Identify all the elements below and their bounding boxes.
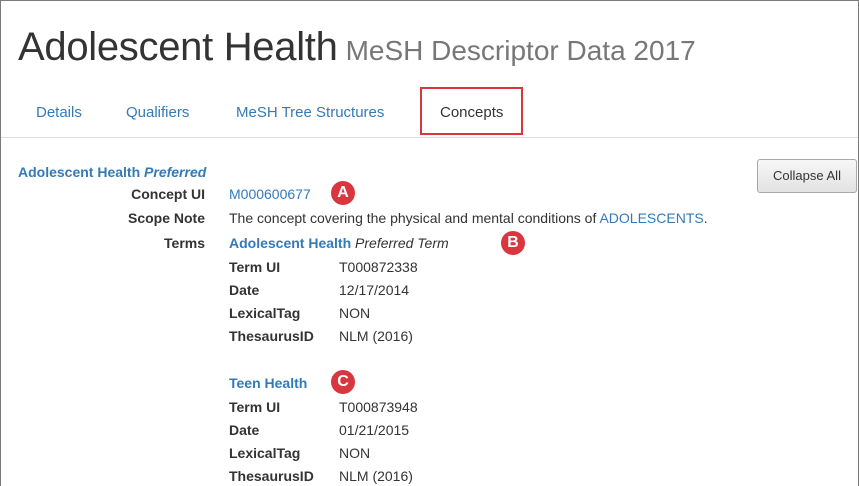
descriptor-title: Adolescent Health — [18, 25, 338, 69]
field-label: ThesaurusID — [229, 328, 314, 344]
scope-note-text: The concept covering the physical and me… — [229, 210, 597, 226]
term-name-link[interactable]: Teen Health — [229, 375, 307, 391]
concept-name[interactable]: Adolescent Health — [18, 164, 140, 180]
collapse-all-button[interactable]: Collapse All — [757, 159, 857, 193]
callout-c-badge: C — [331, 370, 355, 394]
page-title: Adolescent Health MeSH Descriptor Data 20… — [18, 25, 696, 70]
tab-details[interactable]: Details — [36, 104, 82, 121]
field-label: Term UI — [229, 399, 281, 415]
field-label: LexicalTag — [229, 445, 301, 461]
term-qualifier: Preferred Term — [355, 235, 449, 251]
scope-note-label: Scope Note — [127, 210, 205, 226]
terms-label: Terms — [164, 235, 205, 251]
scope-note-end: . — [703, 210, 708, 226]
field-value: NON — [339, 445, 371, 461]
callout-a-badge: A — [331, 181, 355, 205]
scope-note: The concept covering the physical and me… — [229, 210, 708, 226]
tab-bar: Details Qualifiers MeSH Tree Structures … — [1, 87, 858, 138]
field-label: LexicalTag — [229, 305, 301, 321]
field-label: ThesaurusID — [229, 468, 314, 484]
field-value: T000873948 — [339, 399, 418, 415]
concept-ui-label: Concept UI — [131, 186, 205, 202]
tab-mesh-tree-structures[interactable]: MeSH Tree Structures — [236, 104, 384, 121]
callout-b-badge: B — [501, 231, 525, 255]
field-value: NLM (2016) — [339, 328, 413, 344]
field-value: 01/21/2015 — [339, 422, 410, 438]
field-label: Date — [229, 422, 260, 438]
term-heading: Teen Health — [229, 375, 307, 391]
field-value: NON — [339, 305, 371, 321]
tab-qualifiers[interactable]: Qualifiers — [126, 104, 189, 121]
field-value: T000872338 — [339, 259, 418, 275]
field-label: Term UI — [229, 259, 281, 275]
field-value: 12/17/2014 — [339, 282, 410, 298]
term-heading: Adolescent Health Preferred Term — [229, 235, 449, 251]
descriptor-subtitle: MeSH Descriptor Data 2017 — [345, 35, 696, 66]
concept-preferred-label: Preferred — [144, 164, 207, 180]
term-name-link[interactable]: Adolescent Health — [229, 235, 351, 251]
field-value: NLM (2016) — [339, 468, 413, 484]
tab-concepts[interactable]: Concepts — [420, 87, 524, 135]
page-frame: Adolescent Health MeSH Descriptor Data 20… — [0, 0, 859, 486]
scope-note-link[interactable]: ADOLESCENTS — [599, 210, 703, 226]
field-label: Date — [229, 282, 260, 298]
concept-ui-link[interactable]: M000600677 — [229, 186, 311, 202]
concept-heading[interactable]: Adolescent Health Preferred — [18, 164, 206, 180]
